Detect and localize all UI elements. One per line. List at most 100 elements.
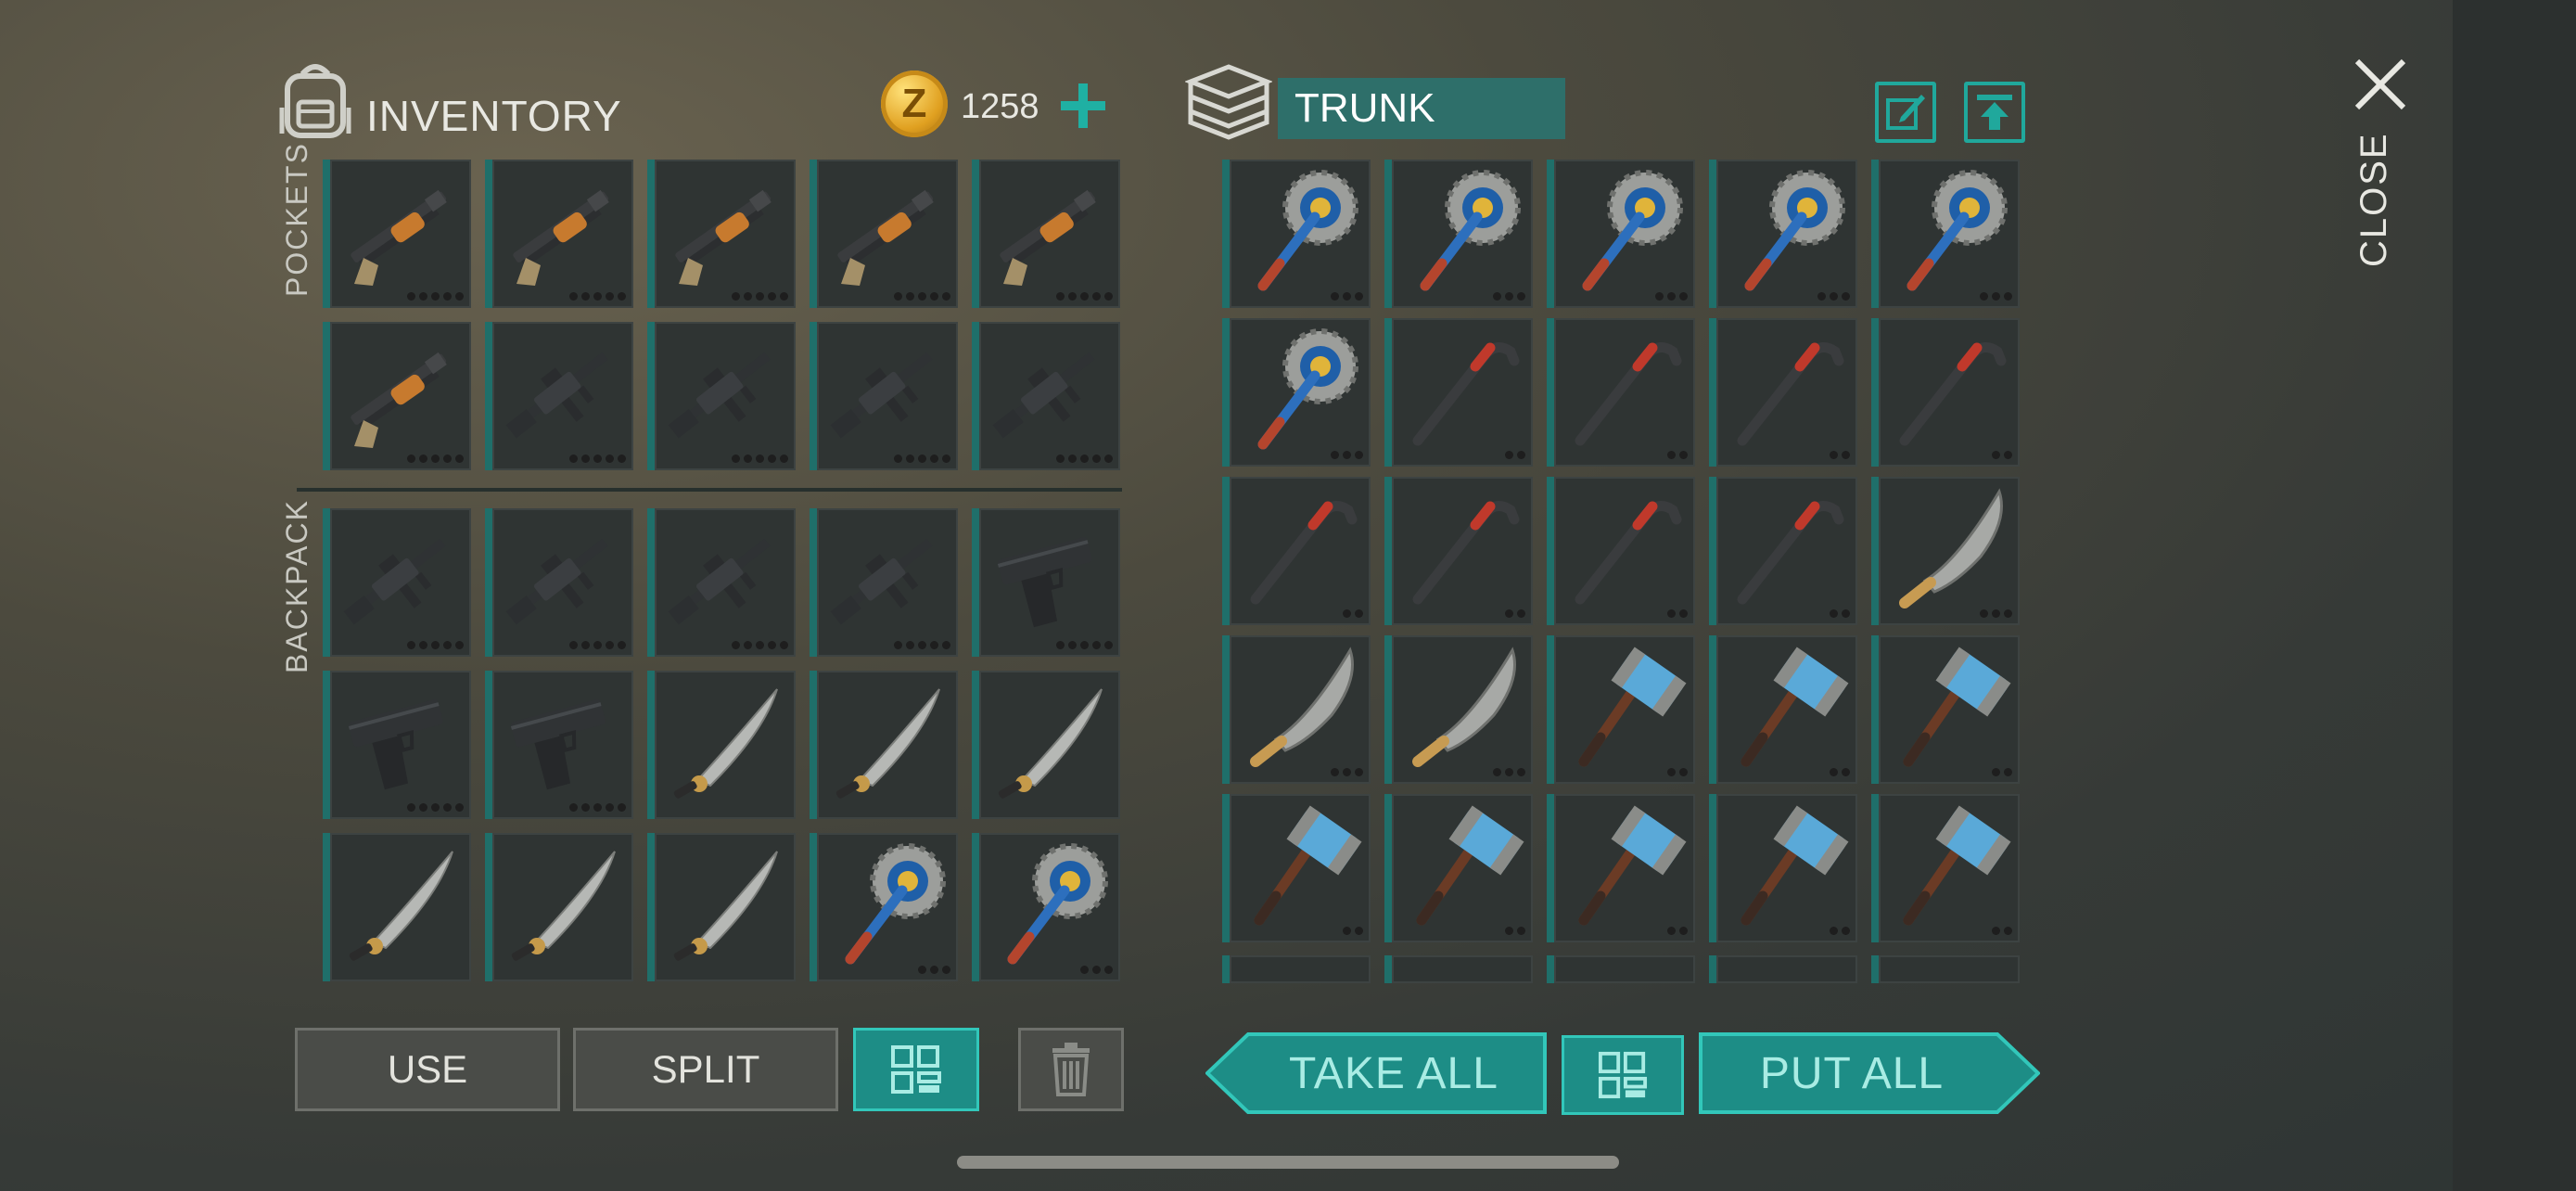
pocket-slot[interactable]	[323, 160, 471, 308]
katana-icon	[660, 676, 790, 806]
pocket-slot[interactable]	[647, 160, 796, 308]
side-panel-strip	[2453, 0, 2576, 1191]
trunk-slot[interactable]	[1222, 160, 1371, 308]
pocket-slot[interactable]	[485, 160, 633, 308]
trunk-slot-partial[interactable]	[1871, 955, 2020, 983]
trunk-slot-partial[interactable]	[1384, 955, 1533, 983]
trunk-slot[interactable]	[1547, 794, 1695, 942]
trunk-slot[interactable]	[1871, 794, 2020, 942]
close-label[interactable]: CLOSE	[2353, 132, 2396, 267]
backpack-slot[interactable]	[647, 508, 796, 657]
take-all-button[interactable]: TAKE ALL	[1205, 1031, 1549, 1115]
shotgun-icon	[336, 165, 465, 295]
backpack-slot[interactable]	[323, 833, 471, 981]
trunk-slot-partial[interactable]	[1222, 955, 1371, 983]
backpack-slot[interactable]	[810, 833, 958, 981]
sort-inventory-button[interactable]	[853, 1028, 979, 1111]
trunk-name-field[interactable]: TRUNK	[1278, 78, 1565, 139]
pocket-slot[interactable]	[810, 322, 958, 470]
coin-symbol: Z	[901, 81, 927, 126]
trunk-slot[interactable]	[1547, 477, 1695, 625]
trunk-slot[interactable]	[1384, 794, 1533, 942]
shotgun-icon	[985, 165, 1115, 295]
trunk-slot[interactable]	[1709, 794, 1857, 942]
trunk-slot[interactable]	[1709, 318, 1857, 467]
take-all-label: TAKE ALL	[1289, 1048, 1498, 1098]
machete-icon	[1397, 641, 1527, 771]
durability-dots	[1343, 927, 1363, 935]
backpack-slot[interactable]	[485, 508, 633, 657]
backpack-slot[interactable]	[485, 833, 633, 981]
shotgun-icon	[336, 327, 465, 457]
plus-icon	[1061, 83, 1105, 128]
trunk-slot[interactable]	[1547, 160, 1695, 308]
rename-button[interactable]	[1875, 82, 1936, 143]
shotgun-icon	[498, 165, 628, 295]
durability-dots	[1505, 451, 1525, 459]
trunk-slot[interactable]	[1384, 477, 1533, 625]
katana-icon	[498, 839, 628, 968]
trunk-slot[interactable]	[1871, 160, 2020, 308]
assault-rifle-icon	[660, 514, 790, 644]
durability-dots	[1056, 641, 1113, 649]
trunk-slot[interactable]	[1384, 160, 1533, 308]
pocket-slot[interactable]	[323, 322, 471, 470]
pocket-slot[interactable]	[647, 322, 796, 470]
backpack-slot[interactable]	[485, 671, 633, 819]
durability-dots	[1331, 768, 1363, 776]
trunk-slot[interactable]	[1222, 318, 1371, 467]
trunk-slot[interactable]	[1547, 318, 1695, 467]
durability-dots	[1056, 292, 1113, 301]
close-button[interactable]	[2352, 56, 2409, 113]
home-indicator[interactable]	[957, 1156, 1619, 1169]
trunk-slot[interactable]	[1384, 318, 1533, 467]
upload-button[interactable]	[1964, 82, 2025, 143]
edit-icon	[1886, 95, 1925, 130]
trash-button[interactable]	[1018, 1028, 1124, 1111]
trunk-slot[interactable]	[1222, 635, 1371, 784]
backpack-slot[interactable]	[972, 671, 1120, 819]
sledgehammer-icon	[1560, 641, 1690, 771]
durability-dots	[1331, 451, 1363, 459]
durability-dots	[407, 455, 464, 463]
trunk-slot[interactable]	[1709, 160, 1857, 308]
add-coins-button[interactable]	[1059, 72, 1115, 139]
trunk-slot[interactable]	[1871, 318, 2020, 467]
trunk-slot-partial[interactable]	[1547, 955, 1695, 983]
trunk-slot[interactable]	[1709, 635, 1857, 784]
sledgehammer-icon	[1722, 641, 1852, 771]
trunk-slot[interactable]	[1871, 477, 2020, 625]
use-button[interactable]: USE	[295, 1028, 560, 1111]
durability-dots	[1343, 609, 1363, 618]
backpack-label: BACKPACK	[280, 499, 313, 673]
backpack-slot[interactable]	[810, 671, 958, 819]
trunk-slot[interactable]	[1709, 477, 1857, 625]
durability-dots	[732, 455, 788, 463]
backpack-slot[interactable]	[810, 508, 958, 657]
trunk-slot[interactable]	[1547, 635, 1695, 784]
backpack-slot[interactable]	[647, 833, 796, 981]
assault-rifle-icon	[823, 327, 952, 457]
backpack-slot[interactable]	[323, 671, 471, 819]
backpack-slot[interactable]	[972, 833, 1120, 981]
sort-grid-icon	[1598, 1051, 1648, 1099]
split-button[interactable]: SPLIT	[573, 1028, 838, 1111]
pocket-slot[interactable]	[972, 322, 1120, 470]
pocket-slot[interactable]	[485, 322, 633, 470]
sort-trunk-button[interactable]	[1562, 1035, 1684, 1115]
trunk-slot[interactable]	[1222, 477, 1371, 625]
trunk-slot-partial[interactable]	[1709, 955, 1857, 983]
backpack-slot[interactable]	[647, 671, 796, 819]
trunk-slot[interactable]	[1871, 635, 2020, 784]
assault-rifle-icon	[336, 514, 465, 644]
put-all-button[interactable]: PUT ALL	[1697, 1031, 2040, 1115]
trunk-slot[interactable]	[1384, 635, 1533, 784]
katana-icon	[336, 839, 465, 968]
pocket-slot[interactable]	[810, 160, 958, 308]
backpack-slot[interactable]	[972, 508, 1120, 657]
pocket-slot[interactable]	[972, 160, 1120, 308]
trunk-slot[interactable]	[1222, 794, 1371, 942]
durability-dots	[1080, 966, 1113, 974]
backpack-slot[interactable]	[323, 508, 471, 657]
durability-dots	[407, 292, 464, 301]
